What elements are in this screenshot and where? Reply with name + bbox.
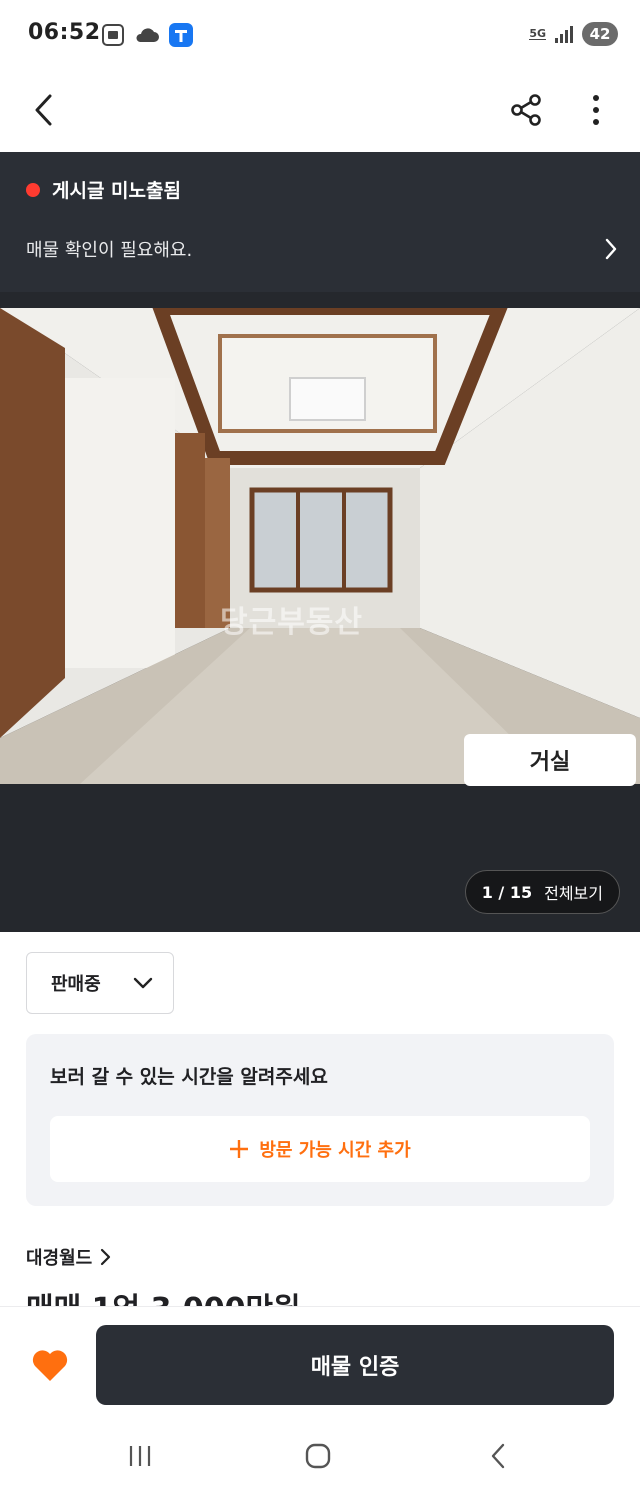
room-label: 거실 <box>464 734 636 786</box>
notice-link[interactable]: 매물 확인이 필요해요. <box>26 236 618 262</box>
notice-header: 게시글 미노출됨 <box>26 176 181 203</box>
status-bar: 06:52 5G 42 <box>0 0 640 70</box>
screenshot-icon <box>102 24 124 46</box>
photo-gallery[interactable]: 당근부동산 거실 1 / 15 전체보기 <box>0 292 640 932</box>
add-visit-time-button[interactable]: 방문 가능 시간 추가 <box>50 1116 590 1182</box>
visit-time-card: 보러 갈 수 있는 시간을 알려주세요 방문 가능 시간 추가 <box>26 1034 614 1206</box>
system-back-button[interactable] <box>476 1438 520 1474</box>
recent-apps-button[interactable] <box>118 1438 162 1474</box>
recent-apps-icon <box>129 1446 151 1466</box>
back-arrow-icon <box>35 94 52 126</box>
chevron-down-icon <box>133 977 153 989</box>
hidden-post-notice: 게시글 미노출됨 매물 확인이 필요해요. <box>0 152 640 292</box>
cloud-icon <box>136 28 159 42</box>
photo-watermark: 당근부동산 <box>220 605 363 640</box>
sale-status-label: 판매중 <box>51 974 101 995</box>
home-button[interactable] <box>296 1438 340 1474</box>
status-icons-left <box>100 22 194 48</box>
plus-icon <box>230 1140 249 1158</box>
status-time: 06:52 <box>28 20 101 45</box>
back-icon <box>491 1443 505 1469</box>
battery-indicator: 42 <box>582 22 618 46</box>
notice-message: 매물 확인이 필요해요. <box>26 240 193 261</box>
app-t-icon <box>169 23 193 47</box>
back-button[interactable] <box>22 88 66 132</box>
agency-link[interactable]: 대경월드 <box>26 1244 112 1270</box>
chevron-right-icon <box>101 1248 111 1266</box>
more-vertical-icon <box>593 95 599 125</box>
view-all-label: 전체보기 <box>544 884 603 903</box>
status-icons-right: 5G 42 <box>529 22 618 46</box>
listing-photo <box>0 308 640 784</box>
favorite-button[interactable] <box>30 1345 70 1385</box>
visit-time-prompt: 보러 갈 수 있는 시간을 알려주세요 <box>50 1066 328 1088</box>
photo-counter: 1 / 15 <box>481 882 533 902</box>
network-label: 5G <box>529 27 546 40</box>
system-nav-bar <box>0 1418 640 1493</box>
signal-icon <box>555 26 573 43</box>
more-options-button[interactable] <box>574 88 618 132</box>
add-visit-time-label: 방문 가능 시간 추가 <box>259 1140 411 1161</box>
sale-status-dropdown[interactable]: 판매중 <box>26 952 174 1014</box>
heart-icon <box>32 1350 68 1381</box>
bottom-action-bar: 매물 인증 <box>0 1306 640 1418</box>
photo-counter-button[interactable]: 1 / 15 전체보기 <box>464 870 620 914</box>
notice-title: 게시글 미노출됨 <box>52 180 181 202</box>
home-icon <box>305 1443 331 1469</box>
agency-name: 대경월드 <box>26 1248 93 1269</box>
verify-listing-button[interactable]: 매물 인증 <box>96 1325 614 1405</box>
share-icon <box>511 94 541 126</box>
alert-dot-icon <box>26 182 40 197</box>
share-button[interactable] <box>504 88 548 132</box>
app-bar <box>0 70 640 152</box>
chevron-right-icon <box>605 238 617 260</box>
